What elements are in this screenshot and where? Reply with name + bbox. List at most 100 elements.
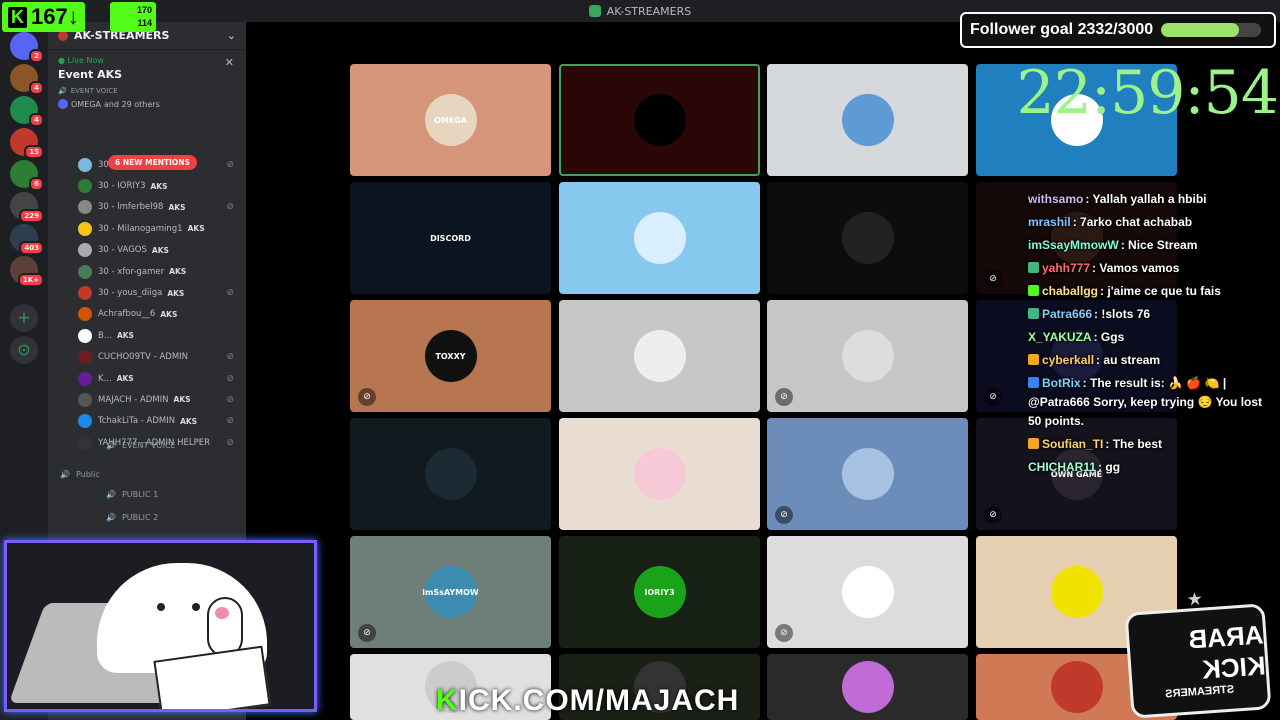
avatar bbox=[424, 448, 477, 500]
mic-off-icon: ⊘ bbox=[775, 506, 793, 524]
voice-member[interactable]: B... AKS bbox=[78, 325, 238, 346]
chat-message: Patra666: !slots 76 bbox=[1028, 305, 1278, 324]
chat-separator: : bbox=[1093, 330, 1101, 344]
voice-member[interactable]: 30 - yous_diiga AKS ⊘ bbox=[78, 282, 238, 303]
avatar bbox=[78, 179, 92, 194]
user-badge-icon bbox=[1028, 377, 1039, 388]
chat-text: Vamos vamos bbox=[1099, 261, 1180, 275]
avatar bbox=[841, 330, 894, 382]
chat-username: mrashil bbox=[1028, 215, 1071, 229]
chat-message: chaballgg: j'aime ce que tu fais bbox=[1028, 282, 1278, 301]
mic-muted-icon: ⊘ bbox=[226, 394, 234, 405]
avatar-label: OMEGA bbox=[434, 115, 467, 125]
participant-tile[interactable]: OMEGA bbox=[350, 64, 551, 176]
server-icon[interactable]: 15 bbox=[10, 128, 44, 159]
live-now-label: Live Now bbox=[67, 56, 104, 65]
stream-screen: AK-STREAMERS 2 4 4 15 6 229 403 1K+ + ⊙ AK-STREAM… bbox=[0, 0, 1280, 720]
mic-off-icon: ⊘ bbox=[358, 388, 376, 406]
chat-separator: : bbox=[1082, 376, 1091, 390]
follower-goal-fill bbox=[1161, 23, 1239, 37]
user-badge-icon bbox=[1028, 438, 1039, 449]
cat-eye bbox=[157, 603, 165, 611]
voice-member[interactable]: 30 - Milanogaming1 AKS bbox=[78, 218, 238, 239]
chat-message: Soufian_TI: The best bbox=[1028, 435, 1278, 454]
avatar-label: DISCORD bbox=[430, 233, 471, 243]
voice-member[interactable]: 30 - VAGOS AKS bbox=[78, 240, 238, 261]
speaker-icon: 🔊 bbox=[58, 87, 67, 95]
voice-member[interactable]: 30 - lmferbel98 AKS ⊘ bbox=[78, 197, 238, 218]
avatar bbox=[633, 94, 686, 146]
logo-line1: ARAB KICK bbox=[1187, 619, 1267, 685]
add-server-icon[interactable]: + bbox=[10, 304, 38, 332]
chat-separator: : bbox=[1105, 437, 1113, 451]
participant-tile[interactable] bbox=[559, 418, 760, 530]
chevron-down-icon[interactable]: ⌄ bbox=[227, 29, 236, 42]
others-label: and 29 others bbox=[103, 99, 160, 109]
participant-tile[interactable]: ⊘ bbox=[767, 418, 968, 530]
server-icon[interactable]: 403 bbox=[10, 224, 44, 255]
close-icon[interactable]: ✕ bbox=[225, 56, 234, 69]
avatar bbox=[78, 243, 92, 258]
server-badge: 4 bbox=[29, 113, 44, 127]
participant-tile[interactable] bbox=[767, 64, 968, 176]
participant-tile[interactable] bbox=[767, 182, 968, 294]
voice-member[interactable]: TchakLiTa - ADMIN AKS ⊘ bbox=[78, 411, 238, 432]
explore-icon[interactable]: ⊙ bbox=[10, 336, 38, 364]
avatar bbox=[78, 350, 92, 365]
participant-tile[interactable] bbox=[350, 418, 551, 530]
avatar bbox=[78, 221, 92, 236]
participant-tile[interactable]: ⊘ bbox=[767, 300, 968, 412]
chat-text: j'aime ce que tu fais bbox=[1107, 284, 1221, 298]
avatar: TOXXY bbox=[424, 330, 477, 382]
server-icon bbox=[58, 30, 68, 41]
server-badge: 15 bbox=[24, 145, 44, 159]
voice-member-list: 30 -AKS⊘30 - IORIY3AKS30 - lmferbel98AKS… bbox=[78, 154, 238, 453]
arab-kick-streamers-logo: ★ ARAB KICK STREAMERS bbox=[1124, 589, 1272, 719]
mic-off-icon: ⊘ bbox=[984, 388, 1002, 406]
participant-tile[interactable]: DISCORD bbox=[350, 182, 551, 294]
server-icon[interactable]: 229 bbox=[10, 192, 44, 223]
participant-tile[interactable]: TOXXY ⊘ bbox=[350, 300, 551, 412]
avatar: OMEGA bbox=[424, 94, 477, 146]
voice-member[interactable]: 30 - IORIY3 AKS bbox=[78, 175, 238, 196]
chat-username: chaballgg bbox=[1042, 284, 1099, 298]
participant-tile[interactable]: imSsAYMOW ⊘ bbox=[350, 536, 551, 648]
mic-off-icon: ⊘ bbox=[984, 270, 1002, 288]
chat-message: withsamo: Yallah yallah a hbibi bbox=[1028, 190, 1278, 209]
live-event-card[interactable]: ● Live Now Event AKS ✕ 🔊 EVENT VOICE OMEG… bbox=[48, 50, 246, 109]
category-public[interactable]: 🔊 Public bbox=[60, 470, 238, 479]
new-mentions-badge[interactable]: 6 NEW MENTIONS bbox=[108, 155, 197, 170]
server-badge: 6 bbox=[29, 177, 44, 191]
server-icon[interactable]: 2 bbox=[10, 32, 44, 63]
member-tag: AKS bbox=[187, 224, 205, 234]
participant-tile[interactable]: ⊘ bbox=[767, 536, 968, 648]
mic-muted-icon: ⊘ bbox=[226, 416, 234, 427]
member-name: B... bbox=[98, 330, 112, 341]
participant-tile[interactable] bbox=[559, 182, 760, 294]
event-voice-label: EVENT VOICE bbox=[70, 87, 118, 95]
chat-username: Soufian_TI bbox=[1042, 437, 1104, 451]
voice-member[interactable]: K... AKS ⊘ bbox=[78, 368, 238, 389]
avatar-label: TOXXY bbox=[435, 351, 466, 361]
voice-member[interactable]: Achrafbou__6 AKS bbox=[78, 304, 238, 325]
participant-tile[interactable] bbox=[767, 654, 968, 720]
chat-username: imSsayMmowW bbox=[1028, 238, 1119, 252]
kick-logo-icon: K bbox=[8, 6, 27, 28]
voice-member[interactable]: CUCHO09TV - ADMIN ⊘ bbox=[78, 347, 238, 368]
participant-tile[interactable]: IORIY3 bbox=[559, 536, 760, 648]
kick-link-rest: ICK.COM/MAJACH bbox=[458, 684, 740, 717]
participant-tile[interactable] bbox=[559, 300, 760, 412]
server-icon[interactable]: 4 bbox=[10, 96, 44, 127]
avatar bbox=[78, 371, 92, 386]
chat-text: au stream bbox=[1103, 353, 1161, 367]
kick-link-k: K bbox=[436, 684, 459, 717]
participant-tile[interactable] bbox=[559, 64, 760, 176]
avatar bbox=[78, 435, 92, 450]
voice-member[interactable]: MAJACH - ADMIN AKS ⊘ bbox=[78, 389, 238, 410]
server-icon[interactable]: 4 bbox=[10, 64, 44, 95]
server-icon[interactable]: 6 bbox=[10, 160, 44, 191]
server-badge: 1K+ bbox=[17, 273, 44, 287]
voice-member[interactable]: 30 - xfor-gamer AKS bbox=[78, 261, 238, 282]
stream-clock: 22:59:54 bbox=[1016, 58, 1279, 128]
server-icon[interactable]: 1K+ bbox=[10, 256, 44, 287]
